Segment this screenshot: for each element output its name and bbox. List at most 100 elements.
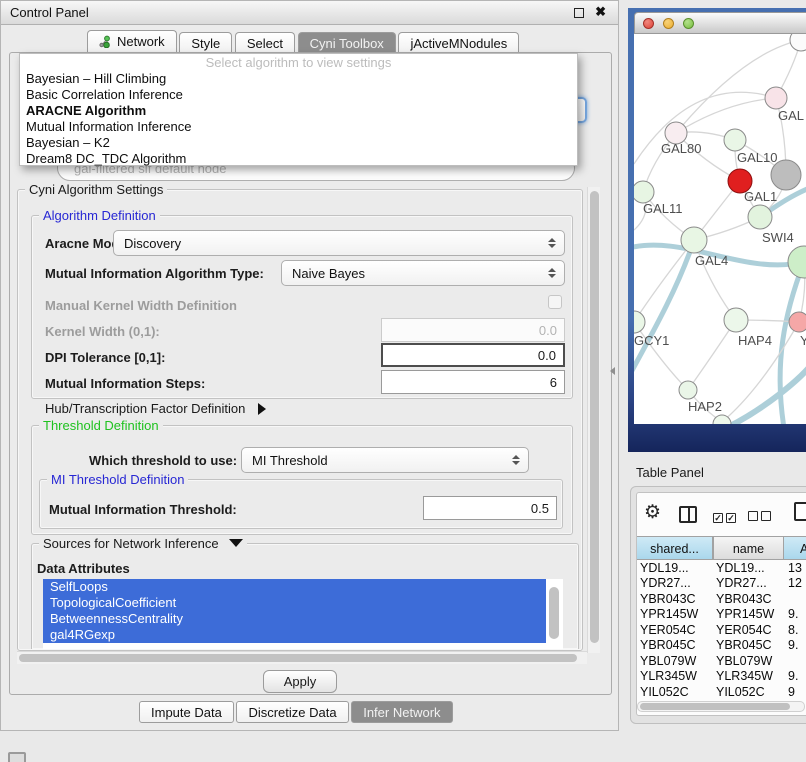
- dropdown-item[interactable]: Dream8 DC_TDC Algorithm: [20, 151, 577, 167]
- aracne-mode-combobox[interactable]: Discovery: [113, 230, 565, 256]
- node-gcy1[interactable]: [634, 311, 645, 333]
- node-label: Y: [800, 333, 806, 348]
- hub-definition-expander[interactable]: Hub/Transcription Factor Definition: [45, 401, 266, 416]
- close-icon[interactable]: ✖: [595, 4, 606, 20]
- settings-group-title: Cyni Algorithm Settings: [25, 182, 167, 197]
- dropdown-item[interactable]: Bayesian – Hill Climbing: [20, 71, 577, 87]
- which-threshold-value: MI Threshold: [242, 453, 508, 468]
- node-label: SWI4: [762, 230, 794, 245]
- table-row[interactable]: YER054CYER054C8.: [637, 623, 806, 639]
- node-gal10[interactable]: [724, 129, 746, 151]
- node-gal11[interactable]: [634, 181, 654, 203]
- scrollbar-thumb[interactable]: [590, 191, 599, 643]
- scrollbar-thumb[interactable]: [640, 703, 790, 710]
- close-traffic-light[interactable]: [643, 18, 654, 29]
- tab-impute-data[interactable]: Impute Data: [139, 701, 234, 723]
- table-row[interactable]: YLR345WYLR345W9.: [637, 669, 806, 685]
- column-header-shared[interactable]: shared...: [637, 536, 713, 560]
- algorithm-definition-title: Algorithm Definition: [39, 208, 160, 223]
- tab-label: Select: [247, 36, 283, 51]
- list-item[interactable]: TopologicalCoefficient: [43, 595, 546, 611]
- scrollbar-thumb[interactable]: [19, 654, 577, 662]
- tab-cyni-toolbox[interactable]: Cyni Toolbox: [298, 32, 396, 54]
- dropdown-item[interactable]: Bayesian – K2: [20, 135, 577, 151]
- node[interactable]: [790, 34, 806, 51]
- dpi-tolerance-field[interactable]: 0.0: [381, 343, 565, 367]
- tab-network[interactable]: Network: [87, 30, 177, 52]
- dropdown-item[interactable]: Basic Correlation Inference: [20, 87, 577, 103]
- tab-select[interactable]: Select: [235, 32, 295, 54]
- manual-kernel-width-label: Manual Kernel Width Definition: [45, 298, 237, 313]
- table-cell: YBR043C: [640, 592, 710, 608]
- unselect-all-columns-icon[interactable]: [748, 509, 774, 524]
- table-row[interactable]: YPR145WYPR145W9.: [637, 607, 806, 623]
- spinner-up-down-icon: [544, 238, 560, 248]
- table-cell: YDL19...: [716, 561, 784, 577]
- column-header-name[interactable]: name: [713, 536, 784, 560]
- node-pink[interactable]: [789, 312, 806, 332]
- node-hap2[interactable]: [679, 381, 697, 399]
- zoom-traffic-light[interactable]: [683, 18, 694, 29]
- table-row[interactable]: YBR043CYBR043C: [637, 592, 806, 608]
- node-hap4[interactable]: [724, 308, 748, 332]
- list-item[interactable]: SelfLoops: [43, 579, 546, 595]
- splitter-collapse-icon[interactable]: [610, 367, 615, 375]
- gear-icon[interactable]: ⚙: [644, 502, 661, 524]
- dropdown-item[interactable]: Mutual Information Inference: [20, 119, 577, 135]
- dropdown-item-highlighted[interactable]: ARACNE Algorithm: [20, 103, 577, 119]
- table-row[interactable]: YDR27...YDR27...12: [637, 576, 806, 592]
- tab-discretize-data[interactable]: Discretize Data: [236, 701, 348, 723]
- table-cell: YPR145W: [640, 607, 710, 623]
- column-header-partial[interactable]: A: [784, 536, 806, 560]
- network-window-titlebar[interactable]: [634, 12, 806, 34]
- manual-kernel-width-checkbox[interactable]: [548, 295, 562, 309]
- kernel-width-field[interactable]: 0.0: [381, 318, 565, 342]
- tab-infer-network[interactable]: Infer Network: [351, 701, 452, 723]
- table-cell: YBL079W: [640, 654, 710, 670]
- node-label: GAL4: [695, 253, 728, 268]
- data-attributes-list[interactable]: SelfLoops TopologicalCoefficient Between…: [43, 579, 563, 649]
- which-threshold-combobox[interactable]: MI Threshold: [241, 447, 529, 473]
- which-threshold-label: Which threshold to use:: [89, 453, 237, 468]
- node-gal4[interactable]: [681, 227, 707, 253]
- table-cell: 9.: [788, 669, 806, 685]
- table-row[interactable]: YBR045CYBR045C9.: [637, 638, 806, 654]
- settings-vertical-scrollbar[interactable]: [587, 187, 600, 653]
- table-row[interactable]: YIL052CYIL052C9: [637, 685, 806, 701]
- float-window-icon[interactable]: [574, 8, 584, 18]
- network-canvas[interactable]: GAL GAL80 GAL10 GAL1 GAL11 SWI4 GAL4 GCY…: [634, 34, 806, 424]
- settings-horizontal-scrollbar[interactable]: [17, 651, 587, 664]
- node-swi4[interactable]: [788, 246, 806, 278]
- columns-icon[interactable]: [679, 506, 697, 523]
- tab-label: jActiveMNodules: [410, 36, 507, 51]
- mi-steps-field[interactable]: 6: [381, 370, 565, 394]
- minimize-traffic-light[interactable]: [663, 18, 674, 29]
- apply-button[interactable]: Apply: [263, 670, 337, 693]
- table-row[interactable]: YBL079W YBL079W: [637, 654, 806, 670]
- tab-label: Style: [191, 36, 220, 51]
- node-gal-partial[interactable]: [765, 87, 787, 109]
- sources-group-title[interactable]: Sources for Network Inference: [39, 536, 247, 551]
- table-cell: YBL079W: [716, 654, 784, 670]
- new-table-icon[interactable]: [794, 502, 806, 521]
- control-panel-titlebar[interactable]: Control Panel ✖: [1, 1, 618, 25]
- table-cell: YER054C: [716, 623, 784, 639]
- table-horizontal-scrollbar[interactable]: [637, 701, 805, 712]
- mi-algorithm-type-combobox[interactable]: Naive Bayes: [281, 260, 565, 286]
- tab-style[interactable]: Style: [179, 32, 232, 54]
- tab-jactivemnodules[interactable]: jActiveMNodules: [398, 32, 519, 54]
- node-gal1[interactable]: [748, 205, 772, 229]
- list-item[interactable]: gal4RGexp: [43, 627, 546, 643]
- dpi-tolerance-label: DPI Tolerance [0,1]:: [45, 350, 165, 365]
- list-item[interactable]: BetweennessCentrality: [43, 611, 546, 627]
- mi-threshold-field[interactable]: 0.5: [423, 496, 557, 520]
- list-scrollbar-thumb[interactable]: [549, 587, 559, 639]
- table-cell: 8.: [788, 623, 806, 639]
- minimized-panel-icon[interactable]: [8, 752, 26, 762]
- table-cell: YDR27...: [640, 576, 710, 592]
- select-all-columns-icon[interactable]: ✓✓: [713, 509, 739, 524]
- table-cell: YBR045C: [716, 638, 784, 654]
- node-label: GAL: [778, 108, 804, 123]
- table-row[interactable]: YDL19...YDL19...13: [637, 561, 806, 577]
- kernel-width-label: Kernel Width (0,1):: [45, 324, 160, 339]
